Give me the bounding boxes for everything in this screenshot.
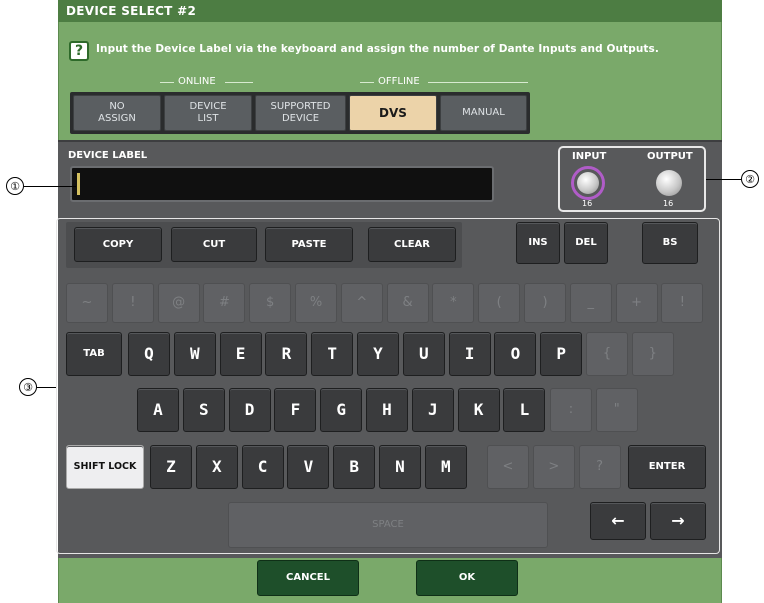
input-label: INPUT [572,151,607,162]
tab-dvs[interactable]: DVS [349,95,437,131]
key-e[interactable]: E [219,332,262,376]
symbol-key[interactable]: ~ [66,283,108,323]
input-knob[interactable] [577,172,599,194]
key-h[interactable]: H [366,388,408,432]
symbol-key[interactable]: + [615,283,658,323]
punct-key[interactable]: < [487,445,529,489]
key-q[interactable]: Q [128,332,170,376]
text-cursor [77,173,80,195]
tab-supported-device[interactable]: SUPPORTED DEVICE [255,95,346,131]
symbol-key[interactable]: ) [524,283,566,323]
key-x[interactable]: X [195,445,238,489]
key-d[interactable]: D [228,388,271,432]
key-y[interactable]: Y [357,332,399,376]
key-k[interactable]: K [457,388,500,432]
punct-key[interactable]: > [532,445,575,489]
key-u[interactable]: U [402,332,445,376]
callout-1-line [24,186,76,187]
symbol-key[interactable]: ! [661,283,704,323]
ok-button[interactable]: OK [416,560,518,596]
symbol-key[interactable]: ^ [340,283,383,323]
offline-group-label: OFFLINE [378,76,420,87]
punct-key[interactable]: ? [578,445,621,489]
del-key[interactable]: DEL [564,222,608,264]
symbol-key[interactable]: ! [111,283,154,323]
symbol-key[interactable]: $ [249,283,292,323]
arrow-right-key[interactable]: → [650,502,706,540]
symbol-key[interactable]: @ [157,283,200,323]
tab-no-assign[interactable]: NO ASSIGN [73,95,161,131]
cancel-button[interactable]: CANCEL [257,560,359,596]
online-group-label: ONLINE [178,76,216,87]
symbol-key[interactable]: * [432,283,475,323]
key-l[interactable]: L [503,388,546,432]
help-text: Input the Device Label via the keyboard … [96,43,659,55]
enter-key[interactable]: ENTER [628,445,706,489]
key-t[interactable]: T [311,332,354,376]
key-c[interactable]: C [241,445,284,489]
callout-3: ③ [19,378,37,396]
key-w[interactable]: W [173,332,216,376]
symbol-key[interactable]: & [386,283,429,323]
backspace-key[interactable]: BS [642,222,698,264]
symbol-key[interactable]: # [203,283,246,323]
key-o[interactable]: O [494,332,537,376]
cut-button[interactable]: CUT [171,227,257,262]
callout-3-line [37,387,56,388]
input-value: 16 [582,199,593,208]
dialog-title: DEVICE SELECT #2 [58,0,722,22]
device-label-title: DEVICE LABEL [68,150,148,161]
output-value: 16 [663,199,674,208]
callout-1: ① [6,177,24,195]
punct-key[interactable]: " [595,388,638,432]
device-label-input[interactable] [70,166,494,202]
output-knob[interactable] [656,170,682,196]
space-key[interactable]: SPACE [228,502,548,548]
paste-button[interactable]: PASTE [265,227,353,262]
key-a[interactable]: A [137,388,179,432]
symbol-key[interactable]: % [295,283,337,323]
key-i[interactable]: I [448,332,491,376]
brace-key[interactable]: { [586,332,628,376]
callout-2-line [706,179,741,180]
key-g[interactable]: G [320,388,363,432]
shift-lock-key[interactable]: SHIFT LOCK [66,445,144,489]
key-j[interactable]: J [411,388,454,432]
key-r[interactable]: R [265,332,308,376]
tab-manual[interactable]: MANUAL [440,95,527,131]
tab-key[interactable]: TAB [66,332,122,376]
key-b[interactable]: B [333,445,376,489]
key-s[interactable]: S [182,388,225,432]
online-group-line-right [225,82,253,83]
tab-device-list[interactable]: DEVICE LIST [164,95,252,131]
key-n[interactable]: N [379,445,421,489]
brace-key[interactable]: } [631,332,674,376]
copy-button[interactable]: COPY [74,227,162,262]
key-p[interactable]: P [540,332,583,376]
key-f[interactable]: F [274,388,317,432]
output-label: OUTPUT [647,151,693,162]
key-z[interactable]: Z [150,445,192,489]
key-v[interactable]: V [287,445,330,489]
punct-key[interactable]: : [550,388,592,432]
offline-group-line-left [360,82,374,83]
online-group-line-left [160,82,174,83]
offline-group-line-right [428,82,528,83]
callout-2: ② [741,170,759,188]
arrow-left-key[interactable]: ← [590,502,646,540]
symbol-key[interactable]: ( [478,283,521,323]
help-icon: ? [69,41,89,61]
clear-button[interactable]: CLEAR [368,227,456,262]
symbol-key[interactable]: _ [569,283,612,323]
ins-key[interactable]: INS [516,222,560,264]
key-m[interactable]: M [424,445,467,489]
